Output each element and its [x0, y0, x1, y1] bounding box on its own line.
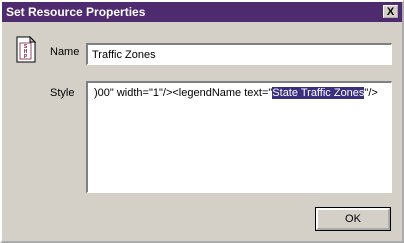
style-text-before: )00" width="1"/><legendName text=" [94, 87, 273, 99]
title-bar: Set Resource Properties X [2, 2, 402, 22]
set-resource-properties-dialog: Set Resource Properties X S H P Name Tra… [0, 0, 404, 243]
shp-file-icon: S H P [16, 36, 36, 63]
style-selected-text: State Traffic Zones [272, 87, 365, 99]
style-label: Style [50, 87, 75, 99]
name-input-value: Traffic Zones [92, 49, 156, 61]
close-button[interactable]: X [383, 5, 398, 18]
name-label: Name [50, 46, 80, 58]
ok-button[interactable]: OK [315, 207, 391, 231]
style-textarea[interactable]: )00" width="1"/><legendName text="State … [86, 81, 392, 193]
close-icon: X [386, 6, 395, 18]
window-title: Set Resource Properties [6, 5, 146, 19]
name-input[interactable]: Traffic Zones [86, 43, 392, 65]
style-text-after: "/> [364, 87, 378, 99]
style-text-line: )00" width="1"/><legendName text="State … [94, 87, 378, 99]
